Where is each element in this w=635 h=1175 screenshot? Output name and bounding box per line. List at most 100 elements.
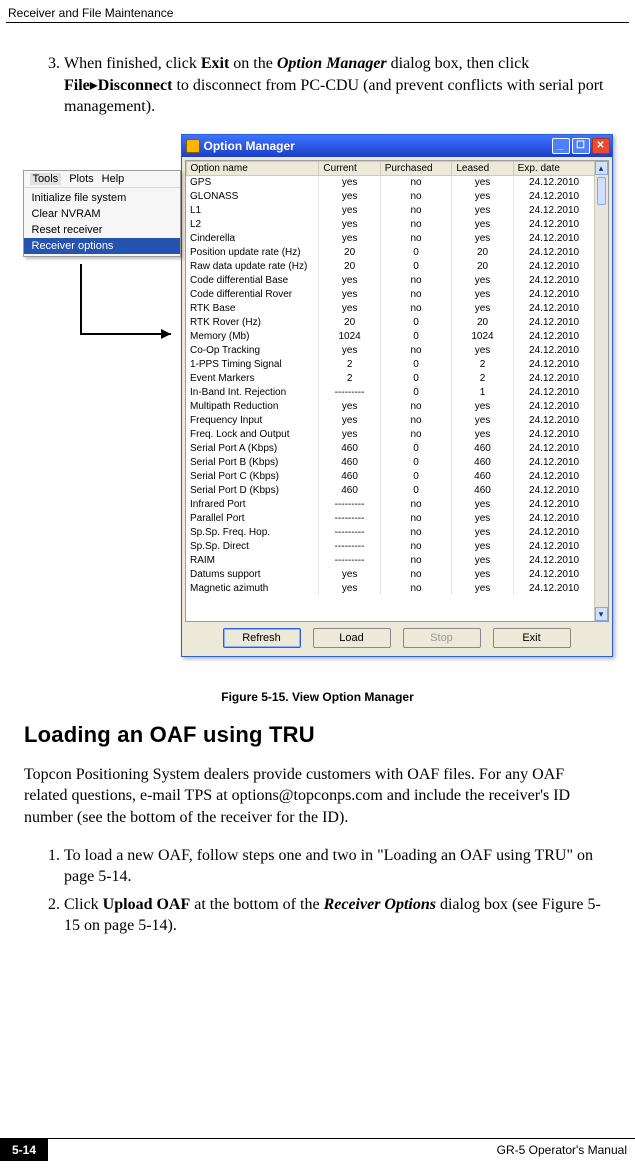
cell: yes xyxy=(452,287,513,301)
cell: 460 xyxy=(319,469,380,483)
receiver-options-bold-italic: Receiver Options xyxy=(324,896,436,913)
table-row[interactable]: Position update rate (Hz)2002024.12.2010 xyxy=(186,245,595,259)
cell: yes xyxy=(319,203,380,217)
table-row[interactable]: Serial Port D (Kbps)460046024.12.2010 xyxy=(186,483,595,497)
maximize-button[interactable]: ☐ xyxy=(572,138,590,154)
cell: 24.12.2010 xyxy=(513,287,595,301)
table-row[interactable]: Sp.Sp. Direct---------noyes24.12.2010 xyxy=(186,539,595,553)
menu-plots[interactable]: Plots xyxy=(69,173,93,185)
menu-help[interactable]: Help xyxy=(102,173,125,185)
cell: 0 xyxy=(380,385,452,399)
menu-tools[interactable]: Tools xyxy=(30,173,62,185)
table-row[interactable]: Datums supportyesnoyes24.12.2010 xyxy=(186,567,595,581)
cell: no xyxy=(380,217,452,231)
table-row[interactable]: Code differential Baseyesnoyes24.12.2010 xyxy=(186,273,595,287)
cell: no xyxy=(380,189,452,203)
col-current[interactable]: Current xyxy=(319,161,380,175)
title-bar[interactable]: Option Manager _ ☐ ✕ xyxy=(182,135,612,157)
table-row[interactable]: L1yesnoyes24.12.2010 xyxy=(186,203,595,217)
table-row[interactable]: Cinderellayesnoyes24.12.2010 xyxy=(186,231,595,245)
table-row[interactable]: RTK Baseyesnoyes24.12.2010 xyxy=(186,301,595,315)
table-row[interactable]: Serial Port C (Kbps)460046024.12.2010 xyxy=(186,469,595,483)
stop-button[interactable]: Stop xyxy=(403,628,481,648)
cell: yes xyxy=(452,581,513,595)
table-row[interactable]: L2yesnoyes24.12.2010 xyxy=(186,217,595,231)
scroll-down-icon[interactable]: ▾ xyxy=(595,607,608,621)
cell: --------- xyxy=(319,539,380,553)
col-leased[interactable]: Leased xyxy=(452,161,513,175)
cell: Parallel Port xyxy=(186,511,319,525)
col-option-name[interactable]: Option name xyxy=(186,161,319,175)
table-row[interactable]: Co-Op Trackingyesnoyes24.12.2010 xyxy=(186,343,595,357)
cell: L1 xyxy=(186,203,319,217)
header-rule xyxy=(6,22,629,23)
cell: 24.12.2010 xyxy=(513,539,595,553)
load-button[interactable]: Load xyxy=(313,628,391,648)
cell: 460 xyxy=(452,469,513,483)
table-row[interactable]: Raw data update rate (Hz)2002024.12.2010 xyxy=(186,259,595,273)
col-purchased[interactable]: Purchased xyxy=(380,161,452,175)
t: at the bottom of the xyxy=(190,896,323,913)
table-row[interactable]: Event Markers20224.12.2010 xyxy=(186,371,595,385)
table-row[interactable]: GLONASSyesnoyes24.12.2010 xyxy=(186,189,595,203)
table-row[interactable]: RTK Rover (Hz)2002024.12.2010 xyxy=(186,315,595,329)
cell: 24.12.2010 xyxy=(513,469,595,483)
scroll-thumb[interactable] xyxy=(597,177,606,205)
table-row[interactable]: RAIM---------noyes24.12.2010 xyxy=(186,553,595,567)
table-row[interactable]: 1-PPS Timing Signal20224.12.2010 xyxy=(186,357,595,371)
minimize-button[interactable]: _ xyxy=(552,138,570,154)
menu-initialize-fs[interactable]: Initialize file system xyxy=(24,190,180,206)
table-row[interactable]: GPSyesnoyes24.12.2010 xyxy=(186,175,595,189)
menu-clear-nvram[interactable]: Clear NVRAM xyxy=(24,206,180,222)
cell: 24.12.2010 xyxy=(513,385,595,399)
t: dialog box, then click xyxy=(387,55,530,72)
table-row[interactable]: Parallel Port---------noyes24.12.2010 xyxy=(186,511,595,525)
menu-receiver-options[interactable]: Receiver options xyxy=(24,238,180,254)
cell: 24.12.2010 xyxy=(513,301,595,315)
cell: --------- xyxy=(319,385,380,399)
cell: 24.12.2010 xyxy=(513,203,595,217)
table-row[interactable]: Serial Port A (Kbps)460046024.12.2010 xyxy=(186,441,595,455)
table-row[interactable]: Freq. Lock and Outputyesnoyes24.12.2010 xyxy=(186,427,595,441)
scroll-up-icon[interactable]: ▴ xyxy=(595,161,608,175)
cell: yes xyxy=(452,511,513,525)
cell: Frequency Input xyxy=(186,413,319,427)
cell: --------- xyxy=(319,511,380,525)
cell: yes xyxy=(319,343,380,357)
step-2: Click Upload OAF at the bottom of the Re… xyxy=(64,894,611,937)
table-row[interactable]: Magnetic azimuthyesnoyes24.12.2010 xyxy=(186,581,595,595)
cell: no xyxy=(380,525,452,539)
scrollbar[interactable]: ▴ ▾ xyxy=(594,161,608,621)
table-row[interactable]: Frequency Inputyesnoyes24.12.2010 xyxy=(186,413,595,427)
menu-reset-receiver[interactable]: Reset receiver xyxy=(24,222,180,238)
cell: Cinderella xyxy=(186,231,319,245)
table-row[interactable]: Memory (Mb)10240102424.12.2010 xyxy=(186,329,595,343)
table-row[interactable]: Multipath Reductionyesnoyes24.12.2010 xyxy=(186,399,595,413)
cell: --------- xyxy=(319,525,380,539)
table-row[interactable]: Infrared Port---------noyes24.12.2010 xyxy=(186,497,595,511)
cell: 20 xyxy=(452,245,513,259)
cell: 24.12.2010 xyxy=(513,273,595,287)
cell: 0 xyxy=(380,455,452,469)
cell: 24.12.2010 xyxy=(513,259,595,273)
refresh-button[interactable]: Refresh xyxy=(223,628,301,648)
cell: Freq. Lock and Output xyxy=(186,427,319,441)
close-button[interactable]: ✕ xyxy=(592,138,610,154)
cell: RTK Rover (Hz) xyxy=(186,315,319,329)
col-exp-date[interactable]: Exp. date xyxy=(513,161,595,175)
cell: yes xyxy=(319,189,380,203)
table-row[interactable]: Sp.Sp. Freq. Hop.---------noyes24.12.201… xyxy=(186,525,595,539)
table-row[interactable]: Code differential Roveryesnoyes24.12.201… xyxy=(186,287,595,301)
cell: 24.12.2010 xyxy=(513,231,595,245)
table-row[interactable]: In-Band Int. Rejection---------0124.12.2… xyxy=(186,385,595,399)
cell: yes xyxy=(452,553,513,567)
option-manager-window: Option Manager _ ☐ ✕ Option name Current… xyxy=(181,134,613,657)
table-row[interactable]: Serial Port B (Kbps)460046024.12.2010 xyxy=(186,455,595,469)
cell: Code differential Rover xyxy=(186,287,319,301)
cell: Serial Port D (Kbps) xyxy=(186,483,319,497)
cell: 24.12.2010 xyxy=(513,567,595,581)
cell: no xyxy=(380,273,452,287)
upload-oaf-bold: Upload OAF xyxy=(103,896,191,913)
cell: yes xyxy=(452,203,513,217)
exit-button[interactable]: Exit xyxy=(493,628,571,648)
